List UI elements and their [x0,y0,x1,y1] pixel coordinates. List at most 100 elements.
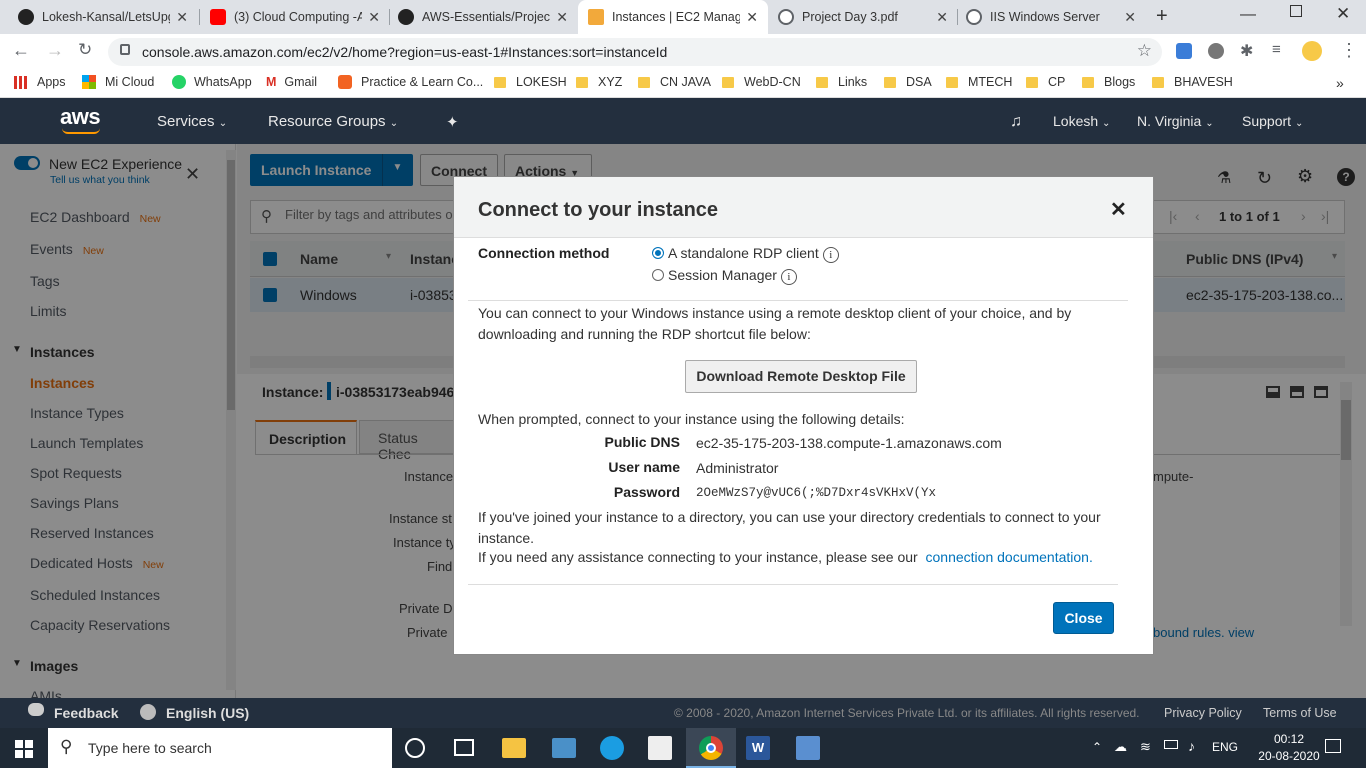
input-language[interactable]: ENG [1212,740,1238,754]
info-icon[interactable]: i [780,269,797,285]
notification-center-icon[interactable] [1325,739,1341,753]
region-menu[interactable]: N. Virginia ⌄ [1137,113,1214,129]
bookmark-whatsapp[interactable]: WhatsApp [172,75,252,89]
tab-title: Lokesh-Kansal/LetsUpg [42,10,171,24]
speaker-icon[interactable]: ♪ [1188,738,1195,754]
close-window-icon[interactable]: ✕ [1336,4,1350,24]
restore-icon[interactable] [1290,5,1302,17]
store-icon[interactable] [648,736,672,760]
cortana-icon[interactable] [405,738,425,758]
forward-icon[interactable]: → [46,40,64,61]
windows-taskbar: ⚲ Type here to search W ⌃ ☁ ≋ ♪ ENG 00:1… [0,728,1366,768]
support-menu[interactable]: Support ⌄ [1242,113,1303,129]
support-label: Support [1242,113,1292,129]
radio-rdp-client[interactable]: A standalone RDP client i [652,245,839,263]
back-icon[interactable]: ← [12,40,30,61]
bookmark-dsa[interactable]: DSA [884,75,932,89]
pin-icon[interactable]: ✦ [446,113,459,131]
resource-groups-label: Resource Groups [268,113,386,130]
bookmark-bhavesh[interactable]: BHAVESH [1152,75,1233,89]
option-rdp-label: A standalone RDP client [668,245,819,261]
more-bookmarks-icon[interactable]: » [1336,75,1344,91]
bookmark-micloud[interactable]: Mi Cloud [82,75,154,89]
file-explorer-icon[interactable] [502,738,526,758]
close-tab-icon[interactable]: ✕ [556,9,568,26]
aws-box-icon [588,9,604,25]
bookmark-cp[interactable]: CP [1026,75,1065,89]
browser-tab-4-active[interactable]: Instances | EC2 Manage ✕ [578,0,768,34]
bookmark-apps[interactable]: Apps [14,75,66,89]
micloud-icon [82,75,96,89]
profile-avatar[interactable] [1302,41,1322,61]
bookmark-webd[interactable]: WebD-CN [722,75,801,89]
bookmark-cnjava[interactable]: CN JAVA [638,75,711,89]
new-tab-icon[interactable]: + [1156,5,1168,28]
feedback-button[interactable]: Feedback [54,705,119,721]
bookmark-mtech[interactable]: MTECH [946,75,1012,89]
close-tab-icon[interactable]: ✕ [1124,9,1136,26]
chevron-down-icon: ⌄ [1102,118,1111,129]
bookmark-links[interactable]: Links [816,75,867,89]
language-selector[interactable]: English (US) [166,705,249,721]
extension-icon[interactable] [1208,43,1224,59]
bookmark-label: Blogs [1104,75,1136,89]
aws-logo[interactable]: aws [60,104,101,130]
radio-button[interactable] [652,269,664,281]
close-button[interactable]: Close [1053,602,1114,634]
edge-icon[interactable] [600,736,624,760]
extension-icon[interactable] [1176,43,1192,59]
minimize-icon[interactable]: — [1240,6,1256,24]
menu-kebab-icon[interactable]: ⋮ [1340,40,1358,61]
folder-icon [946,76,958,88]
info-icon[interactable]: i [822,247,839,263]
bookmark-xyz[interactable]: XYZ [576,75,622,89]
bookmark-star-icon[interactable]: ☆ [1137,41,1152,61]
youtube-icon [210,9,226,25]
terms-of-use-link[interactable]: Terms of Use [1263,706,1337,720]
bookmark-lokesh[interactable]: LOKESH [494,75,567,89]
resource-groups-menu[interactable]: Resource Groups ⌄ [268,113,398,130]
browser-tab-6[interactable]: IIS Windows Server ✕ [956,0,1146,34]
puzzle-icon[interactable]: ✱ [1240,41,1253,61]
chevron-up-icon[interactable]: ⌃ [1092,740,1102,754]
taskbar-search-box[interactable]: ⚲ Type here to search [48,728,392,768]
radio-button-selected[interactable] [652,247,664,259]
download-rdp-file-button[interactable]: Download Remote Desktop File [685,360,917,393]
browser-tab-2[interactable]: (3) Cloud Computing -A ✕ [200,0,390,34]
user-menu[interactable]: Lokesh ⌄ [1053,113,1110,129]
network-app-icon[interactable] [552,738,576,758]
folder-icon [1152,76,1164,88]
clock-date[interactable]: 20-08-2020 [1250,749,1328,763]
reload-icon[interactable]: ↻ [78,40,92,60]
windows-start-icon[interactable] [15,740,33,758]
user-name-label: User name [608,459,680,475]
services-menu[interactable]: Services ⌄ [157,113,227,130]
word-icon[interactable]: W [746,736,770,760]
browser-tab-1[interactable]: Lokesh-Kansal/LetsUpg ✕ [8,0,198,34]
close-tab-icon[interactable]: ✕ [368,9,380,26]
remote-desktop-icon[interactable] [796,736,820,760]
onedrive-icon[interactable]: ☁ [1114,739,1127,755]
connection-documentation-link[interactable]: connection documentation [926,549,1089,565]
bookmark-blogs[interactable]: Blogs [1082,75,1135,89]
task-view-icon[interactable] [454,739,474,756]
browser-tab-3[interactable]: AWS-Essentials/Project ✕ [388,0,578,34]
privacy-policy-link[interactable]: Privacy Policy [1164,706,1242,720]
bookmark-gmail[interactable]: M Gmail [266,75,317,89]
wifi-icon[interactable]: ≋ [1140,739,1151,755]
dialog-title: Connect to your instance [478,199,719,221]
bell-icon[interactable]: ♫ [1010,113,1022,131]
url-input[interactable]: console.aws.amazon.com/ec2/v2/home?regio… [108,38,1162,66]
close-tab-icon[interactable]: ✕ [936,9,948,26]
clock-time[interactable]: 00:12 [1262,732,1316,746]
close-icon[interactable]: ✕ [1110,197,1127,222]
radio-session-manager[interactable]: Session Manager i [652,267,797,285]
bookmark-practice[interactable]: Practice & Learn Co... [338,75,483,89]
chrome-taskbar-button[interactable] [686,728,736,768]
browser-tab-5[interactable]: Project Day 3.pdf ✕ [768,0,958,34]
media-icon[interactable]: ≡ [1272,41,1281,58]
close-tab-icon[interactable]: ✕ [176,9,188,26]
search-placeholder: Type here to search [88,740,212,756]
battery-icon[interactable] [1164,740,1178,749]
close-tab-icon[interactable]: ✕ [746,9,758,26]
